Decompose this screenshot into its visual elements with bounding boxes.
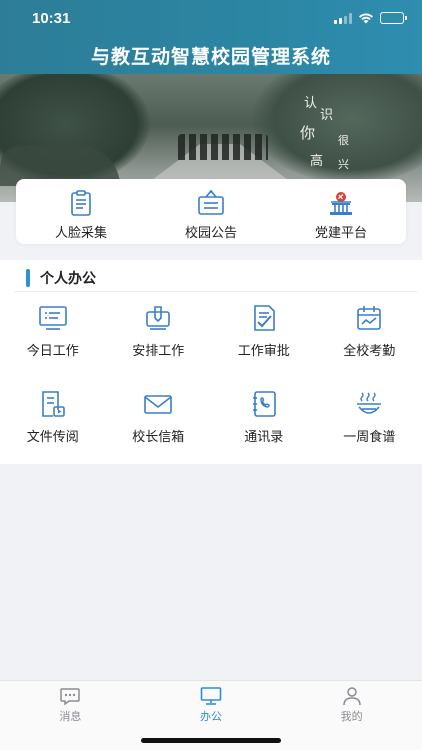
section-title: 个人办公 (26, 268, 96, 288)
monitor-list-icon (38, 306, 67, 330)
tab-label: 消息 (59, 710, 82, 723)
banner-char: 认 (304, 96, 318, 111)
banner-overlay-text: 认 识 你 很 高 兴 (290, 88, 370, 178)
arrange-work-button[interactable]: 安排工作 (106, 304, 212, 390)
face-capture-icon (71, 190, 91, 216)
grid-item-label: 文件传阅 (26, 430, 79, 445)
banner-char: 兴 (338, 158, 349, 171)
office-grid: 今日工作 安排工作 工作审批 全校考勤 文件传阅 校长信箱 通讯录 一周食谱 (0, 304, 422, 476)
mail-icon (144, 395, 173, 414)
status-time: 10:31 (32, 10, 71, 27)
principal-mailbox-button[interactable]: 校长信箱 (106, 390, 212, 476)
tab-label: 我的 (340, 710, 363, 723)
app-header: 10:31 与教互动智慧校园管理系统 (0, 0, 422, 74)
divider (14, 291, 418, 292)
quick-action-label: 校园公告 (184, 226, 237, 241)
banner-char: 很 (338, 134, 349, 147)
today-work-button[interactable]: 今日工作 (0, 304, 106, 390)
grid-item-label: 通讯录 (244, 430, 284, 445)
grid-item-label: 安排工作 (132, 344, 185, 359)
desktop-icon (200, 687, 222, 705)
cellular-signal-icon (334, 12, 352, 24)
party-building-button[interactable]: 党建平台 (276, 179, 406, 244)
tab-label: 办公 (200, 710, 222, 723)
app-title: 与教互动智慧校园管理系统 (90, 46, 331, 68)
contacts-button[interactable]: 通讯录 (211, 390, 317, 476)
user-icon (342, 687, 361, 706)
grid-item-label: 一周食谱 (343, 430, 396, 445)
banner-char: 高 (310, 154, 324, 169)
pen-note-icon (146, 306, 171, 330)
banner-char: 你 (300, 124, 316, 142)
tab-profile[interactable]: 我的 (281, 681, 422, 750)
grid-item-label: 今日工作 (26, 344, 79, 359)
status-bar: 10:31 (0, 0, 422, 34)
bowl-icon (357, 392, 382, 414)
message-icon (60, 688, 81, 706)
document-circulation-button[interactable]: 文件传阅 (0, 390, 106, 476)
home-indicator[interactable] (141, 738, 281, 743)
phone-book-icon (252, 391, 276, 417)
grid-item-label: 工作审批 (237, 344, 290, 359)
calendar-chart-icon (357, 306, 382, 330)
quick-action-label: 党建平台 (314, 226, 367, 241)
grid-item-label: 校长信箱 (132, 430, 185, 445)
quick-action-label: 人脸采集 (54, 226, 107, 241)
weekly-menu-button[interactable]: 一周食谱 (317, 390, 422, 476)
approve-document-icon (253, 305, 275, 331)
personal-office-section: 个人办公 今日工作 安排工作 工作审批 全校考勤 文件传阅 校长信箱 通讯录 一… (0, 260, 422, 464)
wifi-icon (359, 13, 373, 24)
document-play-icon (41, 391, 65, 417)
quick-actions-card: 人脸采集 校园公告 党建平台 (16, 179, 406, 244)
status-icons (334, 12, 407, 24)
campus-bulletin-button[interactable]: 校园公告 (146, 179, 276, 244)
bulletin-board-icon (198, 190, 224, 215)
grid-item-label: 全校考勤 (343, 344, 396, 359)
battery-icon (380, 12, 407, 24)
tab-messages[interactable]: 消息 (0, 681, 141, 750)
banner-char: 识 (320, 108, 334, 123)
face-capture-button[interactable]: 人脸采集 (16, 179, 146, 244)
work-approval-button[interactable]: 工作审批 (211, 304, 317, 390)
school-attendance-button[interactable]: 全校考勤 (317, 304, 422, 390)
party-building-icon (330, 192, 352, 215)
